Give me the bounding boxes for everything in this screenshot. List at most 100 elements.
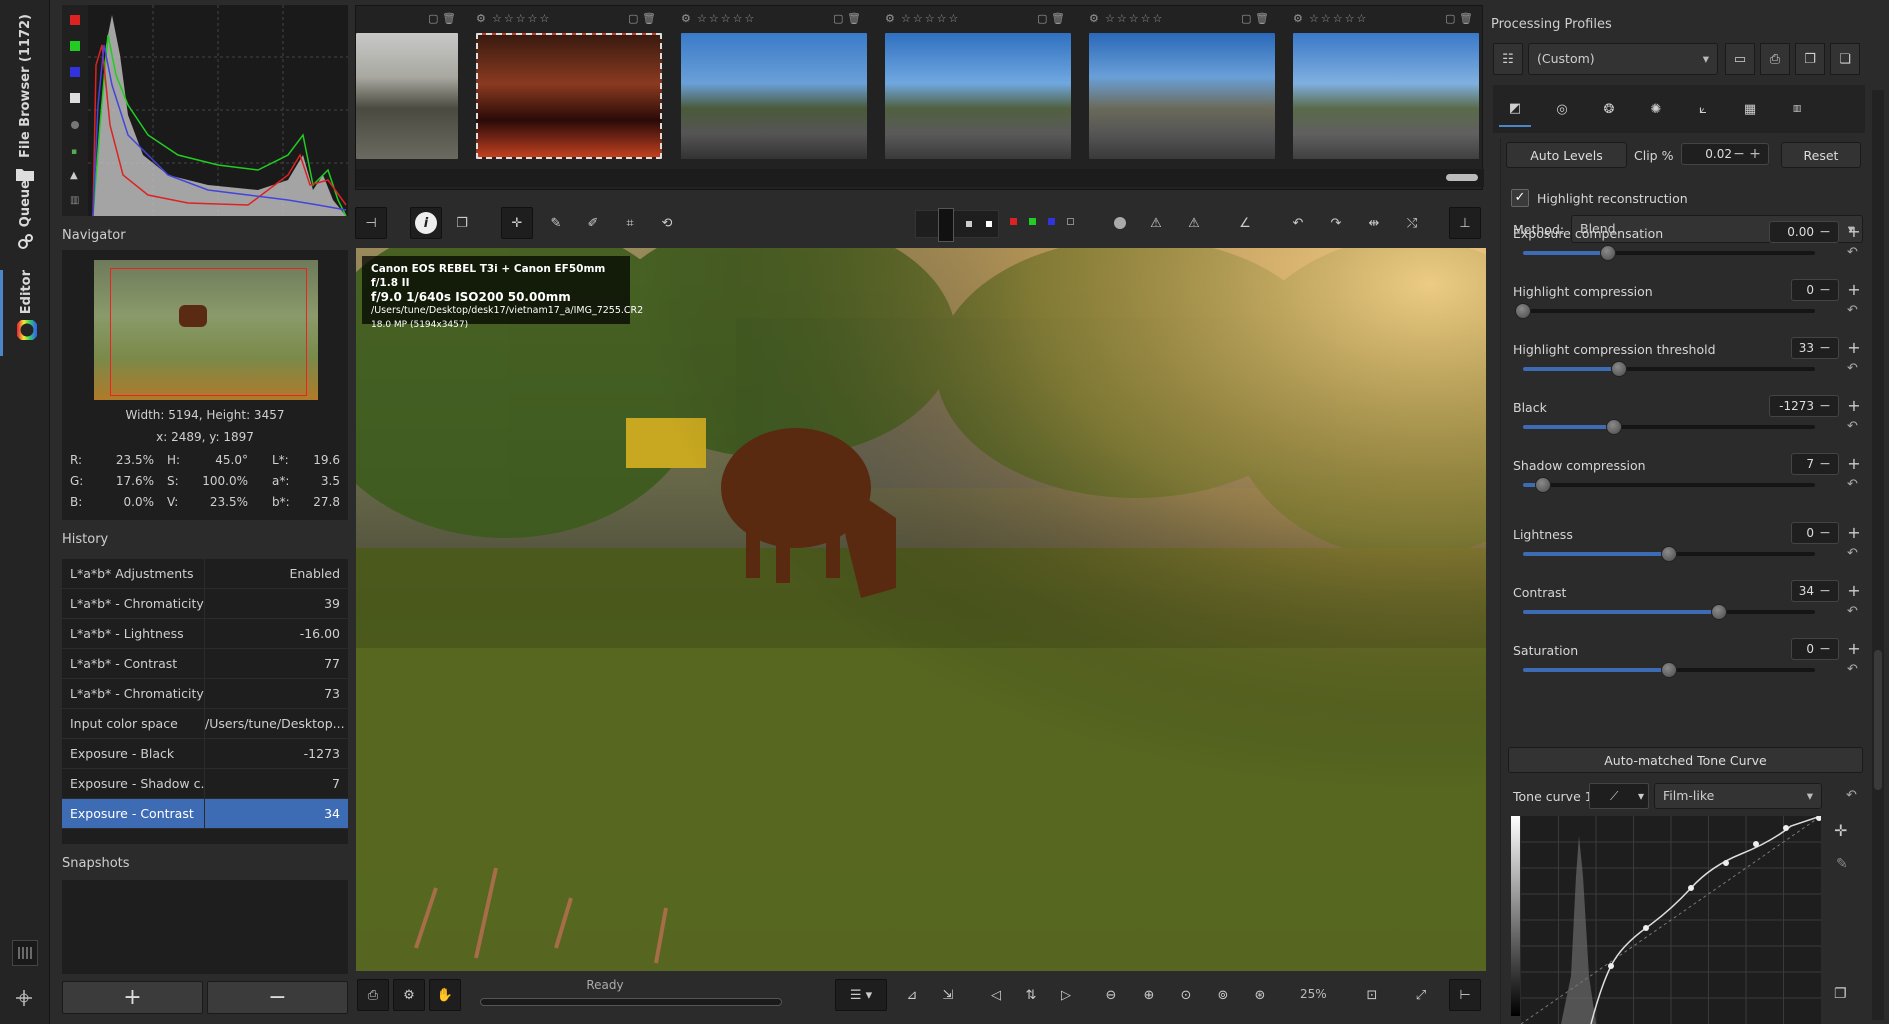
slider-track[interactable] bbox=[1523, 546, 1815, 562]
trash-icon[interactable]: 🗑︎ bbox=[642, 12, 656, 25]
white-balance-tool-button[interactable]: ✎ bbox=[540, 207, 572, 239]
zoom-out-button[interactable]: ⊖ bbox=[1095, 979, 1127, 1011]
tab-queue[interactable]: Queue bbox=[0, 180, 50, 260]
rating-stars[interactable]: ☆☆☆☆☆ bbox=[697, 12, 756, 25]
tab-exposure[interactable]: ◩ bbox=[1499, 91, 1531, 127]
bar-icon[interactable]: ▲ bbox=[70, 170, 78, 181]
slider-track[interactable] bbox=[1523, 662, 1815, 678]
reset-slider-icon[interactable]: ↶ bbox=[1847, 245, 1858, 260]
bg-black-option[interactable] bbox=[938, 208, 954, 242]
focus-mask-button[interactable] bbox=[1104, 207, 1136, 239]
hide-right-panel-button[interactable]: ⊢ bbox=[1449, 979, 1481, 1011]
highlight-reconstruction-checkbox[interactable]: ✓ bbox=[1511, 189, 1529, 207]
straighten-tool-button[interactable]: ⟲ bbox=[651, 207, 683, 239]
reset-slider-icon[interactable]: ↶ bbox=[1847, 662, 1858, 677]
right-panel-scroll-thumb[interactable] bbox=[1874, 650, 1882, 790]
minus-icon[interactable]: − bbox=[1814, 338, 1836, 358]
chroma-icon[interactable] bbox=[71, 121, 79, 129]
sync-image-button[interactable]: ⇅ bbox=[1015, 979, 1047, 1011]
slider-value-input[interactable]: 0− bbox=[1791, 638, 1839, 660]
luminance-preview-icon[interactable] bbox=[1067, 218, 1074, 225]
previous-image-button[interactable]: ◁ bbox=[980, 979, 1012, 1011]
tone-curve-editor[interactable] bbox=[1521, 816, 1821, 1024]
history-row[interactable]: Input color space/Users/tune/Desktop... bbox=[62, 709, 348, 739]
crop-tool-button[interactable]: ⌗ bbox=[614, 207, 646, 239]
info-button[interactable]: i bbox=[410, 207, 442, 239]
gear-icon[interactable]: ⚙ bbox=[476, 12, 486, 25]
gear-icon[interactable]: ⚙ bbox=[681, 12, 691, 25]
shadow-clip-warning-button[interactable]: ⚠ bbox=[1140, 207, 1172, 239]
plus-icon[interactable]: + bbox=[1847, 523, 1861, 542]
zoom-to-fit-button[interactable]: ⇲ bbox=[932, 979, 964, 1011]
profile-select[interactable]: (Custom) ▾ bbox=[1528, 43, 1718, 75]
green-preview-icon[interactable] bbox=[1029, 218, 1036, 225]
tab-color[interactable]: ❂ bbox=[1593, 91, 1625, 127]
navigator-viewport-frame[interactable] bbox=[110, 268, 307, 396]
history-row[interactable]: L*a*b* - Chromaticity 73 bbox=[62, 679, 348, 709]
curve-type-select[interactable]: ⟋ ▾ bbox=[1589, 783, 1649, 809]
slider-knob[interactable] bbox=[1515, 303, 1531, 319]
rotate-left-button[interactable]: ↶ bbox=[1282, 207, 1314, 239]
slider-knob[interactable] bbox=[1599, 245, 1616, 261]
slider-track[interactable] bbox=[1523, 361, 1815, 377]
tab-metadata[interactable]: ▥ bbox=[1781, 91, 1813, 127]
slider-knob[interactable] bbox=[1611, 361, 1628, 377]
green-channel-icon[interactable] bbox=[70, 41, 80, 51]
slider-track[interactable] bbox=[1523, 477, 1815, 493]
history-row[interactable]: L*a*b* Adjustments Enabled bbox=[62, 559, 348, 589]
mode-icon[interactable]: ▥ bbox=[70, 195, 79, 206]
remove-snapshot-button[interactable]: − bbox=[207, 981, 348, 1014]
image-preview[interactable] bbox=[356, 248, 1486, 971]
trash-icon[interactable]: 🗑︎ bbox=[1051, 12, 1065, 25]
navigator-preview[interactable] bbox=[94, 260, 318, 400]
filmstrip-thumb[interactable]: ▢ 🗑︎ bbox=[356, 6, 460, 166]
zoom-100-button[interactable]: ⊚ bbox=[1207, 979, 1239, 1011]
slider-knob[interactable] bbox=[1535, 477, 1552, 493]
rating-stars[interactable]: ☆☆☆☆☆ bbox=[1105, 12, 1164, 25]
blue-preview-icon[interactable] bbox=[1048, 218, 1055, 225]
thumb-select-icon[interactable]: ▢ bbox=[1241, 12, 1251, 25]
filmstrip-thumb[interactable]: ⚙ ☆☆☆☆☆ ▢ 🗑︎ bbox=[1089, 6, 1279, 166]
red-preview-icon[interactable] bbox=[1010, 218, 1017, 225]
auto-levels-button[interactable]: Auto Levels bbox=[1506, 142, 1627, 168]
minus-icon[interactable]: − bbox=[1814, 280, 1836, 300]
filmstrip-scroll-thumb[interactable] bbox=[1446, 174, 1478, 181]
gear-icon[interactable]: ⚙ bbox=[1293, 12, 1303, 25]
histogram-matching-button[interactable]: ☰ ▾ bbox=[835, 979, 887, 1011]
filmstrip-thumb[interactable]: ⚙ ☆☆☆☆☆ ▢ 🗑︎ bbox=[1293, 6, 1483, 166]
slider-knob[interactable] bbox=[1605, 419, 1622, 435]
curve-copy-icon[interactable]: ❐ bbox=[1834, 986, 1847, 1002]
history-row[interactable]: L*a*b* - Contrast 77 bbox=[62, 649, 348, 679]
slider-track[interactable] bbox=[1515, 303, 1815, 319]
clip-input[interactable]: 0.02− + bbox=[1681, 143, 1769, 165]
preview-background-selector[interactable] bbox=[915, 208, 999, 242]
minus-icon[interactable]: − bbox=[1814, 454, 1836, 474]
slider-track[interactable] bbox=[1523, 604, 1815, 620]
slider-track[interactable] bbox=[1523, 419, 1815, 435]
flip-vertical-button[interactable]: ⤭ bbox=[1396, 207, 1428, 239]
curve-pick-icon[interactable]: ✎ bbox=[1836, 856, 1848, 872]
slider-value-input[interactable]: 7− bbox=[1791, 453, 1839, 475]
hide-left-panel-button[interactable]: ⊣ bbox=[355, 207, 387, 239]
thumb-select-icon[interactable]: ▢ bbox=[1037, 12, 1047, 25]
filmstrip-thumb-selected[interactable]: ⚙ ☆☆☆☆☆ ▢ 🗑︎ bbox=[476, 6, 666, 166]
history-row[interactable]: L*a*b* - Chromaticity 39 bbox=[62, 589, 348, 619]
plus-icon[interactable]: + bbox=[1847, 639, 1861, 658]
auto-matched-tone-curve-button[interactable]: Auto-matched Tone Curve bbox=[1508, 747, 1863, 773]
tab-advanced[interactable]: ✺ bbox=[1640, 91, 1672, 127]
horizontal-flip-view-button[interactable]: ∠ bbox=[1229, 207, 1261, 239]
hide-filmstrip-button[interactable]: ⊥ bbox=[1449, 207, 1481, 239]
rating-stars[interactable]: ☆☆☆☆☆ bbox=[901, 12, 960, 25]
right-panel-scrollbar[interactable] bbox=[1872, 90, 1884, 1020]
filmstrip-thumb[interactable]: ⚙ ☆☆☆☆☆ ▢ 🗑︎ bbox=[681, 6, 871, 166]
gear-icon[interactable]: ⚙ bbox=[1089, 12, 1099, 25]
trash-icon[interactable]: 🗑︎ bbox=[847, 12, 861, 25]
next-image-button[interactable]: ▷ bbox=[1050, 979, 1082, 1011]
reset-curve-icon[interactable]: ↶ bbox=[1846, 788, 1857, 803]
plus-icon[interactable]: + bbox=[1847, 454, 1861, 473]
save-profile-button[interactable]: ⎙ bbox=[1760, 43, 1790, 75]
trash-icon[interactable]: 🗑︎ bbox=[442, 12, 456, 25]
slider-value-input[interactable]: 0.00− bbox=[1769, 221, 1839, 243]
slider-track[interactable] bbox=[1523, 245, 1815, 261]
minus-icon[interactable]: − bbox=[1814, 581, 1836, 601]
